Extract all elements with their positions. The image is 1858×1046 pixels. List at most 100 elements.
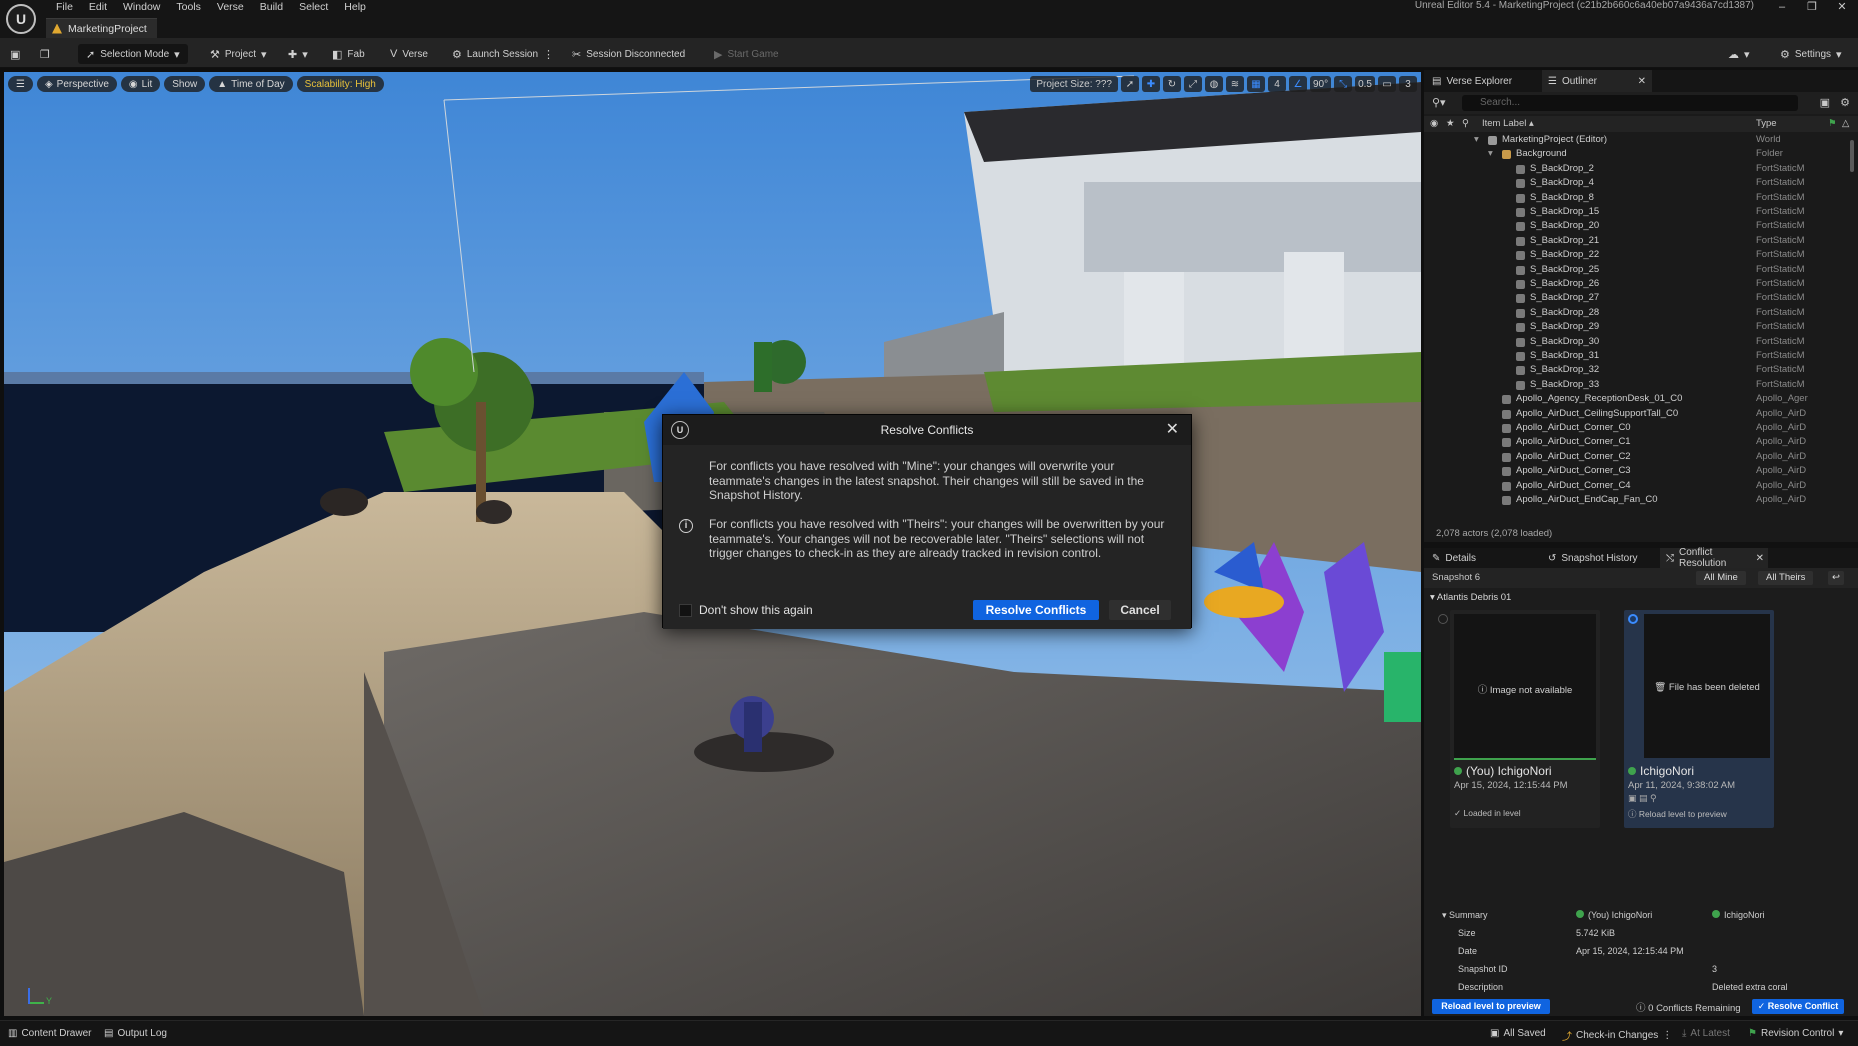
outliner-row[interactable]: S_BackDrop_2 FortStaticM	[1424, 162, 1844, 176]
theirs-card[interactable]: 🗑 File has been deleted IchigoNori Apr 1…	[1624, 610, 1774, 828]
outliner-row[interactable]: S_BackDrop_27 FortStaticM	[1424, 291, 1844, 305]
content-drawer-button[interactable]: ▥ Content Drawer	[8, 1028, 91, 1039]
perspective-button[interactable]: ◈ Perspective	[36, 76, 117, 92]
selection-mode-dropdown[interactable]: ➚ Selection Mode ▾	[78, 44, 188, 64]
at-latest-status[interactable]: ⤓ At Latest	[1682, 1028, 1730, 1039]
grid-snap-value[interactable]: 4	[1267, 76, 1286, 92]
outliner-row[interactable]: S_BackDrop_4 FortStaticM	[1424, 176, 1844, 190]
revision-control-button[interactable]: ⚑ Revision Control ▾	[1748, 1028, 1843, 1039]
outliner-row[interactable]: S_BackDrop_32 FortStaticM	[1424, 363, 1844, 377]
outliner-row[interactable]: S_BackDrop_25 FortStaticM	[1424, 263, 1844, 277]
grid-snap-icon[interactable]: ▦	[1246, 76, 1265, 92]
star-icon[interactable]: ★	[1446, 118, 1455, 129]
theirs-radio[interactable]	[1628, 614, 1638, 624]
verse-button[interactable]: V Verse	[390, 44, 428, 64]
content-browser-icon[interactable]: ❐	[40, 44, 50, 64]
outliner-row[interactable]: Apollo_AirDuct_Corner_C2 Apollo_AirD	[1424, 450, 1844, 464]
outliner-row[interactable]: S_BackDrop_8 FortStaticM	[1424, 191, 1844, 205]
start-game-button[interactable]: ▶ Start Game	[714, 44, 779, 64]
outliner-row[interactable]: ▾ Background Folder	[1424, 147, 1844, 161]
outliner-row[interactable]: Apollo_Agency_ReceptionDesk_01_C0 Apollo_…	[1424, 392, 1844, 406]
menu-verse[interactable]: Verse	[209, 0, 252, 14]
pin-icon[interactable]: ⚲	[1462, 118, 1469, 129]
viewport-menu-button[interactable]: ☰	[8, 76, 33, 92]
outliner-scrollbar[interactable]	[1850, 140, 1854, 172]
type-header[interactable]: Type	[1756, 118, 1777, 129]
output-log-button[interactable]: ▤ Output Log	[104, 1028, 167, 1039]
time-of-day-button[interactable]: ▲ Time of Day	[209, 76, 293, 92]
mine-radio[interactable]	[1438, 614, 1448, 624]
outliner-row[interactable]: Apollo_AirDuct_CeilingSupportTall_C0 Apol…	[1424, 407, 1844, 421]
outliner-row[interactable]: ▾ MarketingProject (Editor) World	[1424, 133, 1844, 147]
settings-button[interactable]: ⚙ Settings ▾	[1780, 44, 1842, 64]
outliner-row[interactable]: Apollo_AirDuct_Corner_C4 Apollo_AirD	[1424, 479, 1844, 493]
outliner-row[interactable]: Apollo_AirDuct_Corner_C1 Apollo_AirD	[1424, 435, 1844, 449]
resolve-conflicts-button[interactable]: Resolve Conflicts	[973, 600, 1099, 620]
scalability-button[interactable]: Scalability: High	[296, 76, 384, 92]
project-tab[interactable]: MarketingProject	[46, 18, 157, 38]
outliner-row[interactable]: Apollo_AirDuct_Corner_C0 Apollo_AirD	[1424, 421, 1844, 435]
tab-details[interactable]: ✎ Details	[1426, 548, 1482, 568]
filter-icon[interactable]: ⚲▾	[1432, 96, 1446, 109]
outliner-list[interactable]: ▾ MarketingProject (Editor) World ▾ Backgrou…	[1424, 133, 1858, 507]
show-button[interactable]: Show	[164, 76, 206, 92]
outliner-row[interactable]: S_BackDrop_20 FortStaticM	[1424, 219, 1844, 233]
more-options-icon[interactable]: ⋮	[543, 48, 554, 61]
outliner-row[interactable]: S_BackDrop_31 FortStaticM	[1424, 349, 1844, 363]
resolve-conflict-button[interactable]: ✓ Resolve Conflict	[1752, 999, 1844, 1014]
outliner-row[interactable]: S_BackDrop_15 FortStaticM	[1424, 205, 1844, 219]
menu-tools[interactable]: Tools	[168, 0, 209, 14]
menu-window[interactable]: Window	[115, 0, 168, 14]
translate-tool-icon[interactable]: ✚	[1141, 76, 1160, 92]
minimize-button[interactable]: –	[1768, 0, 1796, 14]
surface-snap-icon[interactable]: ≋	[1225, 76, 1244, 92]
select-tool-icon[interactable]: ➚	[1120, 76, 1139, 92]
launch-session-button[interactable]: ⚙ Launch Session ⋮	[452, 44, 554, 64]
outliner-row[interactable]: S_BackDrop_22 FortStaticM	[1424, 248, 1844, 262]
rotate-tool-icon[interactable]: ↻	[1162, 76, 1181, 92]
all-theirs-button[interactable]: All Theirs	[1758, 571, 1814, 585]
camera-speed-icon[interactable]: ▭	[1378, 76, 1396, 92]
expand-arrow-icon[interactable]: ▾	[1488, 147, 1493, 161]
check-in-changes-button[interactable]: ⤴ Check-in Changes ⋮	[1562, 1028, 1672, 1043]
dont-show-again-label[interactable]: Don't show this again	[699, 603, 813, 617]
save-icon[interactable]: ▣	[10, 44, 20, 64]
close-window-button[interactable]: ✕	[1828, 0, 1856, 14]
all-saved-status[interactable]: ▣ All Saved	[1490, 1028, 1546, 1039]
rotation-snap-value[interactable]: 90°	[1309, 76, 1332, 92]
menu-edit[interactable]: Edit	[81, 0, 115, 14]
outliner-row[interactable]: S_BackDrop_28 FortStaticM	[1424, 306, 1844, 320]
summary-header[interactable]: ▾ Summary (You) IchigoNori IchigoNori	[1424, 910, 1858, 926]
project-button[interactable]: ⚒ Project ▾	[210, 44, 267, 64]
unreal-logo-icon[interactable]: U	[6, 4, 36, 34]
project-size-button[interactable]: Project Size: ???	[1030, 76, 1118, 92]
cancel-button[interactable]: Cancel	[1109, 600, 1171, 620]
lit-button[interactable]: ◉ Lit	[120, 76, 161, 92]
scale-snap-value[interactable]: 0.5	[1355, 76, 1375, 92]
asset-row[interactable]: ▾ Atlantis Debris 01	[1430, 592, 1511, 603]
close-icon[interactable]: ✕	[1166, 419, 1179, 439]
close-tab-icon[interactable]: ✕	[1638, 76, 1646, 87]
platforms-button[interactable]: ☁ ▾	[1728, 44, 1750, 64]
undo-icon[interactable]: ↩	[1828, 571, 1844, 585]
tab-outliner[interactable]: ☰ Outliner ✕	[1542, 70, 1652, 92]
rotation-snap-icon[interactable]: ∠	[1288, 76, 1307, 92]
outliner-row[interactable]: S_BackDrop_33 FortStaticM	[1424, 378, 1844, 392]
outliner-row[interactable]: Apollo_AirDuct_EndCap_Fan_C0 Apollo_AirD	[1424, 493, 1844, 507]
session-status[interactable]: ✂ Session Disconnected	[572, 44, 685, 64]
reload-level-button[interactable]: Reload level to preview	[1432, 999, 1550, 1014]
gear-icon[interactable]: ⚙	[1840, 96, 1850, 109]
world-space-icon[interactable]: ◍	[1204, 76, 1223, 92]
add-actor-button[interactable]: ✚ ▾	[288, 44, 308, 64]
outliner-row[interactable]: Apollo_AirDuct_Corner_C3 Apollo_AirD	[1424, 464, 1844, 478]
outliner-row[interactable]: S_BackDrop_21 FortStaticM	[1424, 234, 1844, 248]
scale-tool-icon[interactable]: ⤢	[1183, 76, 1202, 92]
close-tab-icon[interactable]: ✕	[1756, 553, 1764, 564]
maximize-button[interactable]: ❐	[1798, 0, 1826, 14]
dont-show-again-checkbox[interactable]	[679, 604, 692, 617]
tab-conflict-resolution[interactable]: ⤭ Conflict Resolution ✕	[1660, 547, 1768, 569]
tab-verse-explorer[interactable]: ▤ Verse Explorer	[1426, 70, 1518, 92]
outliner-row[interactable]: S_BackDrop_30 FortStaticM	[1424, 335, 1844, 349]
all-mine-button[interactable]: All Mine	[1696, 571, 1746, 585]
tab-snapshot-history[interactable]: ↺ Snapshot History	[1542, 548, 1644, 568]
